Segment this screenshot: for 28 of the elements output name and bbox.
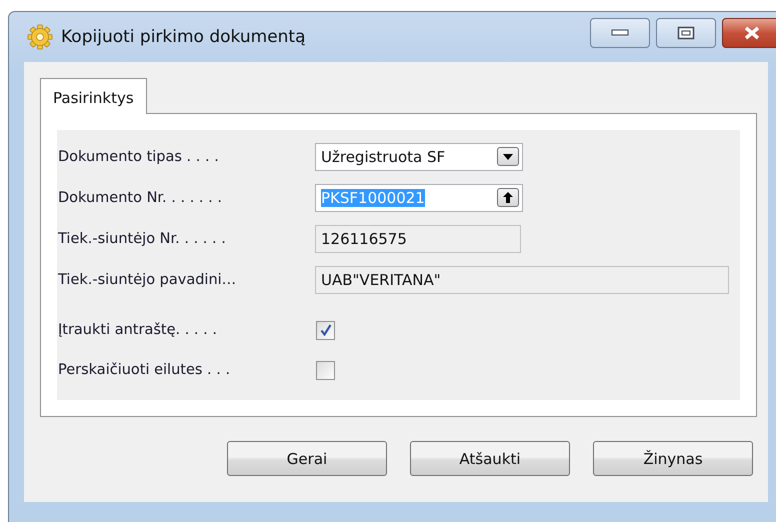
close-button[interactable] bbox=[722, 18, 776, 48]
checkmark-icon bbox=[320, 324, 332, 336]
dialog-button[interactable]: Žinynas bbox=[593, 441, 753, 476]
window-title: Kopijuoti pirkimo dokumentą bbox=[61, 27, 307, 47]
tab[interactable]: Pasirinktys bbox=[40, 78, 147, 114]
close-icon bbox=[743, 26, 761, 40]
arrow-up-icon bbox=[503, 192, 513, 203]
lookup-button[interactable] bbox=[497, 188, 519, 207]
caret-icon bbox=[503, 154, 513, 160]
field-label: Dokumento Nr. . . . . . . bbox=[58, 190, 223, 206]
field-label: Tiek.-siuntėjo Nr. . . . . . bbox=[58, 230, 227, 246]
checkbox[interactable] bbox=[316, 320, 335, 340]
gear-icon bbox=[27, 24, 53, 50]
readonly-field[interactable]: UAB"VERITANA" bbox=[315, 266, 729, 294]
field-label: Dokumento tipas . . . . bbox=[58, 148, 220, 164]
checkbox[interactable] bbox=[316, 360, 335, 380]
dropdown-button[interactable] bbox=[497, 147, 519, 166]
field-label: Perskaičiuoti eilutes . . . bbox=[58, 362, 232, 378]
field-label: Tiek.-siuntėjo pavadini… bbox=[58, 272, 238, 288]
readonly-field[interactable]: 126116575 bbox=[315, 224, 521, 252]
dialog-button[interactable]: Gerai bbox=[227, 441, 387, 476]
dialog-button[interactable]: Atšaukti bbox=[410, 441, 570, 476]
minimize-icon bbox=[611, 29, 629, 37]
restore-button[interactable] bbox=[656, 18, 716, 48]
field-label: Įtraukti antraštę. . . . . bbox=[58, 322, 218, 338]
dropdown-field[interactable]: Užregistruota SF bbox=[315, 142, 523, 170]
minimize-button[interactable] bbox=[590, 18, 650, 48]
restore-icon bbox=[677, 26, 695, 40]
